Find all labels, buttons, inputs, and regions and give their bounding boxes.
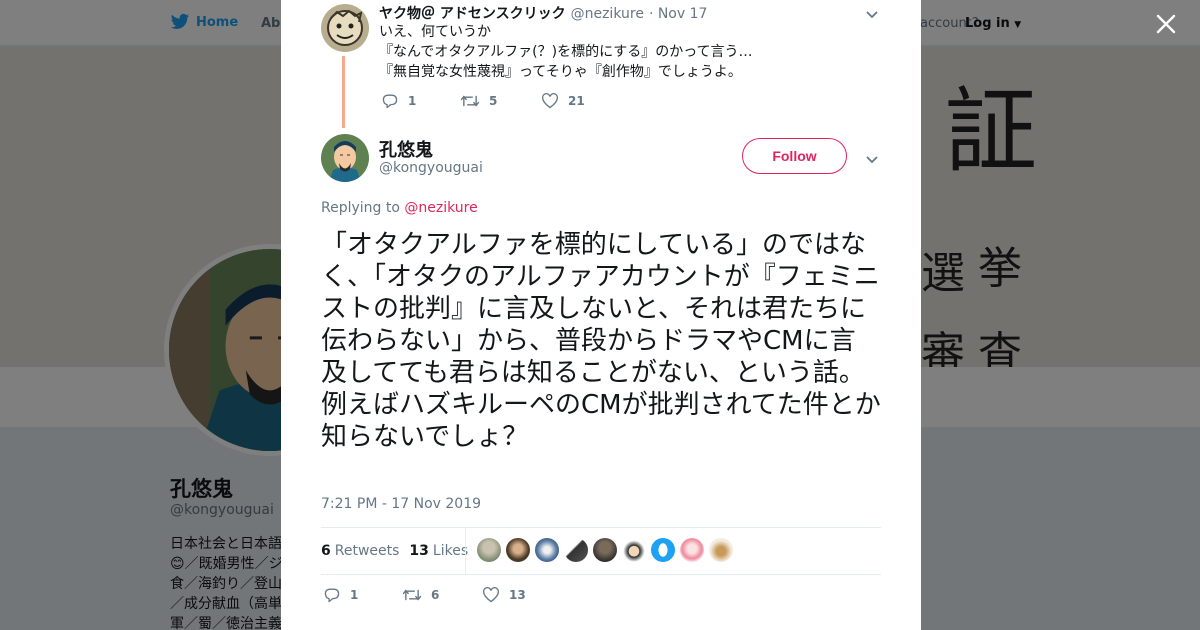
retweet-button[interactable]: 5 (460, 93, 497, 109)
liker-avatar[interactable] (506, 538, 530, 562)
reply-icon (382, 94, 398, 109)
retweets-label: Retweets (334, 543, 400, 559)
heart-icon (483, 587, 499, 603)
avatar-illustration (321, 4, 369, 52)
divider (321, 574, 881, 575)
parent-tweet-text: いえ、何ていうか 『なんでオタクアルファ(？)を標的にする』のかって言う… 『無… (379, 22, 753, 82)
liker-avatar[interactable] (651, 538, 675, 562)
thread-line (342, 56, 345, 128)
liker-avatars (477, 538, 733, 562)
likes-stat[interactable]: 13 Likes (409, 543, 468, 559)
tweet-date[interactable]: · Nov 17 (649, 6, 708, 22)
liker-avatar[interactable] (477, 538, 501, 562)
liker-avatar[interactable] (564, 538, 588, 562)
like-button[interactable]: 21 (541, 93, 585, 109)
replying-to-link[interactable]: @nezikure (404, 200, 477, 216)
reply-count: 1 (408, 94, 417, 108)
tweet-text: 「オタクアルファを標的にしている」のではなく、「オタクのアルファアカウントが『フ… (321, 230, 881, 452)
author-name[interactable]: ヤク物＠ アドセンスクリック (379, 3, 566, 23)
replying-prefix: Replying to (321, 200, 400, 216)
liker-avatar[interactable] (593, 538, 617, 562)
retweet-icon (402, 589, 422, 601)
like-button[interactable]: 13 (482, 587, 526, 603)
liker-avatar[interactable] (622, 538, 646, 562)
tweet-line: いえ、何ていうか (379, 24, 491, 40)
tweet-timestamp[interactable]: 7:21 PM - 17 Nov 2019 (321, 496, 481, 512)
reply-button[interactable]: 1 (323, 587, 358, 603)
liker-avatar[interactable] (709, 538, 733, 562)
retweet-count: 5 (489, 94, 498, 108)
chevron-down-icon[interactable] (865, 5, 879, 24)
avatar[interactable] (321, 134, 369, 182)
reply-count: 1 (350, 588, 359, 602)
like-count: 21 (568, 94, 585, 108)
reply-icon (324, 588, 340, 603)
tweet-line: 『無自覚な女性蔑視』ってそりゃ『創作物』でしょうよ。 (379, 64, 742, 80)
liker-avatar[interactable] (535, 538, 559, 562)
like-count: 13 (509, 588, 526, 602)
author-handle[interactable]: @kongyouguai (379, 160, 483, 176)
replying-to: Replying to @nezikure (321, 200, 478, 216)
heart-icon (542, 93, 558, 109)
retweet-total: 6 (321, 543, 331, 559)
likes-label: Likes (432, 543, 469, 559)
parent-tweet-header: ヤク物＠ アドセンスクリック @nezikure · Nov 17 (379, 3, 707, 23)
retweet-button[interactable]: 6 (402, 587, 439, 603)
author-name[interactable]: 孔悠鬼 (379, 136, 433, 162)
tweet-stats: 6 Retweets 13 Likes (321, 527, 468, 575)
tweet-line: 『なんでオタクアルファ(？)を標的にする』のかって言う… (379, 44, 753, 60)
author-handle[interactable]: @nezikure (571, 6, 644, 22)
retweets-stat[interactable]: 6 Retweets (321, 543, 399, 559)
like-total: 13 (409, 543, 429, 559)
chevron-down-icon[interactable] (865, 150, 879, 169)
close-icon[interactable] (1154, 12, 1178, 36)
retweet-count: 6 (431, 588, 440, 602)
avatar[interactable] (321, 4, 369, 52)
divider (465, 528, 466, 574)
avatar-illustration (321, 134, 369, 182)
liker-avatar[interactable] (680, 538, 704, 562)
reply-button[interactable]: 1 (381, 93, 416, 109)
retweet-icon (460, 95, 480, 107)
follow-button[interactable]: Follow (742, 138, 847, 174)
